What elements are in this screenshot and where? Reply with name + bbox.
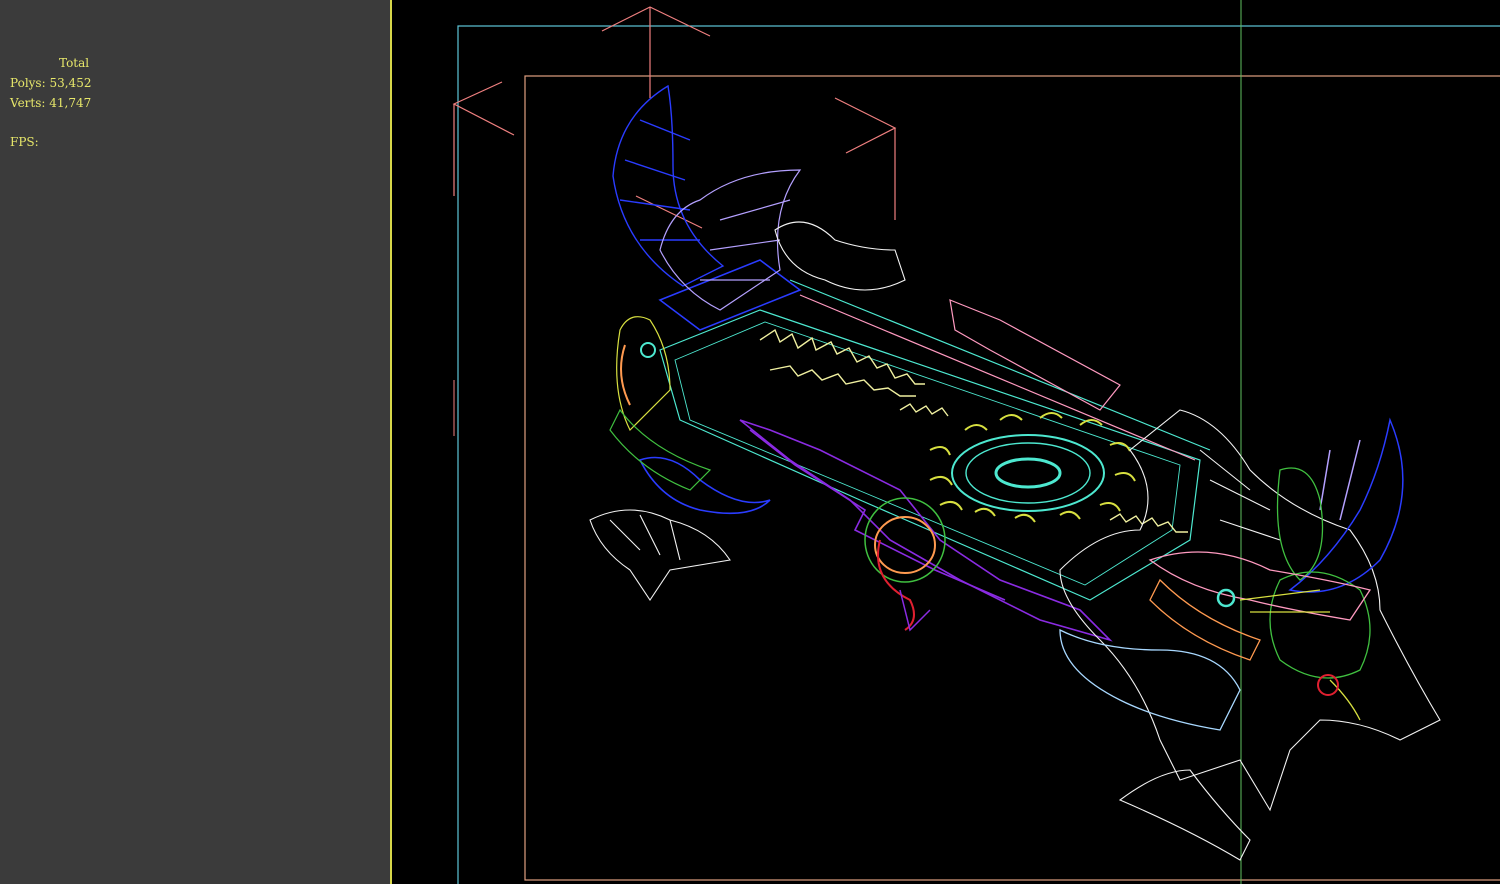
blade-lower-edge bbox=[739, 419, 1113, 642]
stats-polys-label: Polys: bbox=[10, 76, 46, 90]
right-face bbox=[1059, 551, 1372, 731]
blade-inscription bbox=[759, 328, 1188, 533]
left-gem bbox=[620, 342, 656, 406]
stats-fps-label: FPS: bbox=[10, 135, 39, 149]
safe-frame-inner bbox=[524, 75, 1500, 881]
stats-verts-value: 41,747 bbox=[49, 96, 92, 110]
left-fin bbox=[589, 221, 906, 601]
wireframe-dragon-blade-model[interactable] bbox=[589, 84, 1441, 861]
perspective-viewport[interactable] bbox=[392, 0, 1500, 884]
stats-polys-value: 53,452 bbox=[49, 76, 92, 90]
left-jaw bbox=[609, 316, 712, 491]
stats-viewport[interactable]: Total Polys: 53,452 Verts: 41,747 FPS: bbox=[0, 0, 390, 884]
stats-total-label: Total bbox=[59, 56, 90, 70]
blade-edge-blue bbox=[638, 259, 802, 515]
left-horn bbox=[612, 84, 725, 287]
stats-verts-label: Verts: bbox=[10, 96, 46, 110]
right-eye bbox=[1216, 588, 1339, 696]
right-head bbox=[1059, 409, 1441, 861]
viewport-statistics: Total Polys: 53,452 Verts: 41,747 FPS: bbox=[10, 13, 91, 192]
camera-gizmo-icon[interactable] bbox=[452, 6, 897, 229]
viewport-canvas bbox=[452, 0, 1500, 884]
right-horn bbox=[1288, 417, 1404, 593]
